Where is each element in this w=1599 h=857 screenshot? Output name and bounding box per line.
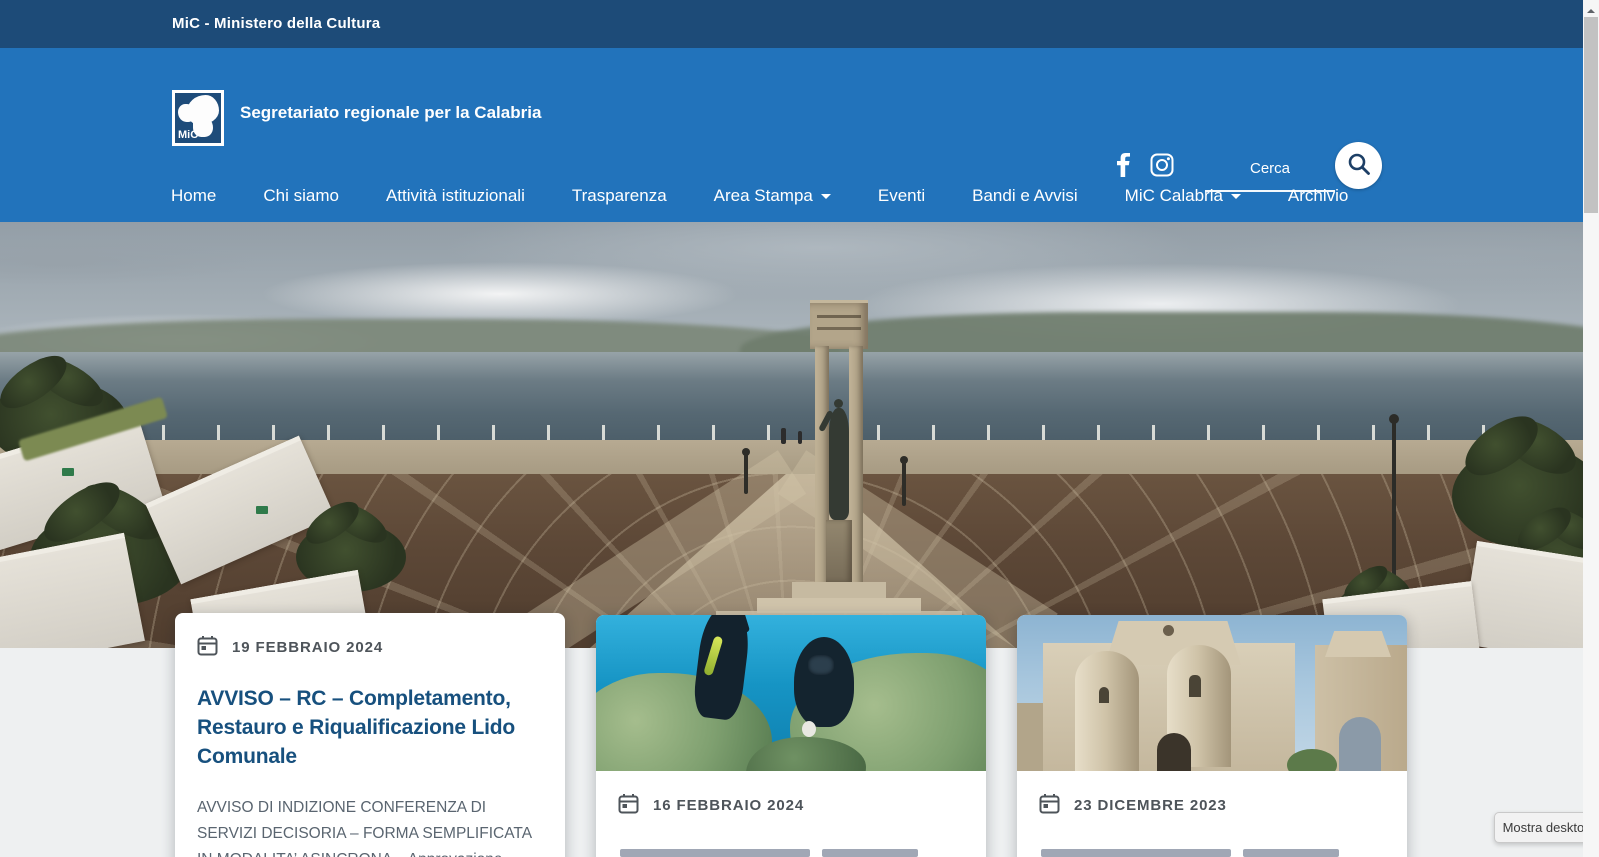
round-window xyxy=(1163,625,1174,636)
nav-item-archivio[interactable]: Archivio xyxy=(1288,186,1348,206)
scrollbar-thumb[interactable] xyxy=(1584,17,1598,213)
news-date-row: 23 DICEMBRE 2023 xyxy=(1039,793,1407,818)
news-date-row: 16 FEBBRAIO 2024 xyxy=(618,793,986,818)
facebook-icon[interactable] xyxy=(1117,153,1130,177)
news-date-row: 19 FEBBRAIO 2024 xyxy=(197,635,543,660)
nav-item-eventi[interactable]: Eventi xyxy=(878,186,925,206)
search-icon xyxy=(1347,152,1371,179)
bollard xyxy=(902,462,906,506)
ministry-title: MiC - Ministero della Cultura xyxy=(172,0,380,48)
pedestrian xyxy=(798,431,802,444)
garden-sign xyxy=(62,468,74,476)
news-title[interactable]: AVVISO – RC – Completamento, Restauro e … xyxy=(197,684,543,771)
cathedral-photo xyxy=(1017,615,1407,771)
nav-item-chi-siamo[interactable]: Chi siamo xyxy=(263,186,339,206)
nav-item-trasparenza[interactable]: Trasparenza xyxy=(572,186,667,206)
news-excerpt: AVVISO DI INDIZIONE CONFERENZA DI SERVIZ… xyxy=(197,795,543,857)
planter-box xyxy=(1461,541,1583,648)
main-nav: Home Chi siamo Attività istituzionali Tr… xyxy=(171,180,1348,212)
chevron-down-icon xyxy=(1231,194,1241,204)
underwater-rock xyxy=(596,673,772,771)
scroll-up-arrow-icon[interactable] xyxy=(1587,5,1595,13)
news-date: 16 FEBBRAIO 2024 xyxy=(653,797,804,814)
cathedral-portal xyxy=(1157,733,1191,771)
vertical-scrollbar[interactable] xyxy=(1583,0,1599,857)
nav-item-bandi-e-avvisi[interactable]: Bandi e Avvisi xyxy=(972,186,1078,206)
window xyxy=(1189,675,1201,697)
stone-archway xyxy=(1315,645,1407,771)
mic-logo[interactable]: MiC xyxy=(172,90,224,146)
clipped-title-fragment xyxy=(822,849,918,857)
cathedral-tower xyxy=(1075,651,1139,771)
news-card[interactable]: 19 FEBBRAIO 2024 AVVISO – RC – Completam… xyxy=(175,613,565,857)
hero-image xyxy=(0,222,1583,648)
calendar-icon xyxy=(618,793,639,818)
monument-pedestal xyxy=(826,520,852,582)
divers-photo xyxy=(596,615,986,771)
site-name: Segretariato regionale per la Calabria xyxy=(240,103,541,123)
news-card[interactable]: 16 FEBBRAIO 2024 xyxy=(596,615,986,857)
news-date: 19 FEBBRAIO 2024 xyxy=(232,639,383,656)
bollard xyxy=(744,454,748,494)
chevron-down-icon xyxy=(821,194,831,204)
monument-statue xyxy=(829,408,849,520)
clipped-title-fragment xyxy=(1041,849,1231,857)
clipped-title-fragment xyxy=(1243,849,1339,857)
site-header: MiC Segretariato regionale per la Calabr… xyxy=(0,48,1583,222)
nav-item-area-stampa[interactable]: Area Stampa xyxy=(714,186,831,206)
calendar-icon xyxy=(197,635,218,660)
browser-viewport: MiC - Ministero della Cultura MiC Segret… xyxy=(0,0,1599,857)
nav-item-mic-calabria[interactable]: MiC Calabria xyxy=(1125,186,1241,206)
nav-item-attivita-istituzionali[interactable]: Attività istituzionali xyxy=(386,186,525,206)
scuba-diver xyxy=(794,637,854,727)
news-card[interactable]: 23 DICEMBRE 2023 xyxy=(1017,615,1407,857)
news-date: 23 DICEMBRE 2023 xyxy=(1074,797,1227,814)
nav-item-label: MiC Calabria xyxy=(1125,186,1223,206)
mic-logo-text: MiC xyxy=(178,129,198,141)
nav-item-label: Area Stampa xyxy=(714,186,813,206)
window xyxy=(1099,687,1109,703)
mic-logo-emblem: MiC xyxy=(175,93,221,143)
instagram-icon[interactable] xyxy=(1150,153,1174,177)
calendar-icon xyxy=(1039,793,1060,818)
garden-sign xyxy=(256,506,268,514)
pedestrian xyxy=(781,428,786,444)
clipped-title-fragment xyxy=(620,849,810,857)
nav-item-home[interactable]: Home xyxy=(171,186,216,206)
statue-icon xyxy=(187,95,219,125)
top-bar: MiC - Ministero della Cultura xyxy=(0,0,1583,48)
monument-arch-top xyxy=(810,300,868,349)
